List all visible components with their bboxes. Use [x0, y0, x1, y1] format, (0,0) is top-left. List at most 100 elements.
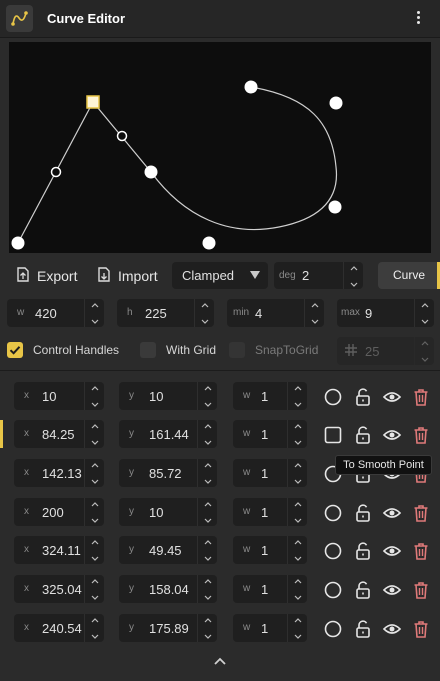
stepper-down-icon[interactable]	[198, 402, 217, 416]
degree-stepper[interactable]	[343, 262, 363, 289]
stepper-up-icon[interactable]	[415, 302, 434, 316]
point-y-field[interactable]: y 49.45	[119, 536, 217, 564]
with-grid-checkbox[interactable]	[140, 342, 156, 358]
eye-icon[interactable]	[382, 503, 402, 523]
stepper-up-icon[interactable]	[198, 385, 217, 399]
circle-point-icon[interactable]	[323, 619, 343, 639]
point-x-field-stepper[interactable]	[84, 459, 104, 487]
stepper-down-icon[interactable]	[85, 440, 104, 454]
point-x-field[interactable]: x 325.04	[14, 575, 104, 603]
stepper-up-icon[interactable]	[85, 617, 104, 631]
stepper-up-icon[interactable]	[288, 617, 307, 631]
point-y-field-stepper[interactable]	[197, 536, 217, 564]
point-w-field-stepper[interactable]	[287, 382, 307, 410]
chevron-up-icon[interactable]	[212, 654, 228, 670]
stepper-down-icon[interactable]	[305, 319, 324, 333]
stepper-down-icon[interactable]	[198, 634, 217, 648]
stepper-up-icon[interactable]	[85, 385, 104, 399]
point-x-field[interactable]: x 84.25	[14, 420, 104, 448]
point-w-field-stepper[interactable]	[287, 459, 307, 487]
height-field[interactable]: h 225	[117, 299, 214, 327]
trash-icon[interactable]	[411, 580, 431, 600]
stepper-up-icon[interactable]	[198, 539, 217, 553]
point-w-field[interactable]: w1	[233, 575, 307, 603]
point-w-field-stepper[interactable]	[287, 498, 307, 526]
stepper-down-icon[interactable]	[85, 402, 104, 416]
stepper-up-icon[interactable]	[415, 340, 434, 354]
point-y-field-stepper[interactable]	[197, 614, 217, 642]
point-x-field-stepper[interactable]	[84, 498, 104, 526]
stepper-up-icon[interactable]	[288, 539, 307, 553]
stepper-down-icon[interactable]	[198, 556, 217, 570]
circle-point-icon[interactable]	[323, 541, 343, 561]
stepper-up-icon[interactable]	[198, 501, 217, 515]
min-stepper[interactable]	[304, 299, 324, 327]
interpolation-select[interactable]: Clamped	[172, 262, 268, 289]
stepper-down-icon[interactable]	[288, 440, 307, 454]
point-w-field[interactable]: w1	[233, 498, 307, 526]
circle-point-icon[interactable]	[323, 503, 343, 523]
stepper-down-icon[interactable]	[288, 518, 307, 532]
stepper-up-icon[interactable]	[85, 462, 104, 476]
stepper-up-icon[interactable]	[288, 385, 307, 399]
stepper-down-icon[interactable]	[85, 479, 104, 493]
eye-icon[interactable]	[382, 425, 402, 445]
grid-size-stepper[interactable]	[414, 337, 434, 365]
stepper-up-icon[interactable]	[288, 578, 307, 592]
point-y-field[interactable]: y 10	[119, 498, 217, 526]
stepper-down-icon[interactable]	[288, 556, 307, 570]
square-point-icon[interactable]	[323, 425, 343, 445]
point-w-field[interactable]: w1	[233, 420, 307, 448]
unlock-icon[interactable]	[353, 425, 373, 445]
point-y-field-stepper[interactable]	[197, 382, 217, 410]
point-y-field-stepper[interactable]	[197, 575, 217, 603]
stepper-up-icon[interactable]	[195, 302, 214, 316]
point-y-field-stepper[interactable]	[197, 498, 217, 526]
point-x-field-stepper[interactable]	[84, 536, 104, 564]
eye-icon[interactable]	[382, 580, 402, 600]
control-handles-checkbox[interactable]	[7, 342, 23, 358]
point-x-field[interactable]: x 142.13	[14, 459, 104, 487]
trash-icon[interactable]	[411, 387, 431, 407]
stepper-down-icon[interactable]	[415, 357, 434, 371]
stepper-down-icon[interactable]	[85, 319, 104, 333]
unlock-icon[interactable]	[353, 619, 373, 639]
export-button[interactable]: Export	[17, 267, 77, 285]
stepper-down-icon[interactable]	[198, 518, 217, 532]
curve-canvas[interactable]	[9, 42, 431, 253]
height-stepper[interactable]	[194, 299, 214, 327]
stepper-down-icon[interactable]	[344, 282, 363, 296]
point-w-field-stepper[interactable]	[287, 536, 307, 564]
stepper-down-icon[interactable]	[415, 319, 434, 333]
point-x-field-stepper[interactable]	[84, 382, 104, 410]
eye-icon[interactable]	[382, 387, 402, 407]
degree-field[interactable]: deg 2	[274, 262, 363, 289]
width-stepper[interactable]	[84, 299, 104, 327]
stepper-down-icon[interactable]	[288, 595, 307, 609]
stepper-down-icon[interactable]	[198, 440, 217, 454]
snap-to-grid-checkbox[interactable]	[229, 342, 245, 358]
stepper-up-icon[interactable]	[85, 302, 104, 316]
stepper-up-icon[interactable]	[198, 617, 217, 631]
stepper-up-icon[interactable]	[198, 462, 217, 476]
point-y-field[interactable]: y 161.44	[119, 420, 217, 448]
point-y-field-stepper[interactable]	[197, 420, 217, 448]
stepper-up-icon[interactable]	[288, 462, 307, 476]
point-x-field[interactable]: x 200	[14, 498, 104, 526]
stepper-up-icon[interactable]	[85, 423, 104, 437]
point-x-field[interactable]: x 240.54	[14, 614, 104, 642]
point-y-field[interactable]: y 175.89	[119, 614, 217, 642]
import-button[interactable]: Import	[98, 267, 158, 285]
max-stepper[interactable]	[414, 299, 434, 327]
stepper-up-icon[interactable]	[288, 501, 307, 515]
unlock-icon[interactable]	[353, 387, 373, 407]
point-w-field[interactable]: w1	[233, 382, 307, 410]
grid-size-field[interactable]: 25	[337, 337, 434, 365]
stepper-up-icon[interactable]	[85, 539, 104, 553]
stepper-up-icon[interactable]	[198, 423, 217, 437]
width-field[interactable]: w 420	[7, 299, 104, 327]
point-w-field-stepper[interactable]	[287, 420, 307, 448]
stepper-up-icon[interactable]	[198, 578, 217, 592]
stepper-down-icon[interactable]	[198, 479, 217, 493]
trash-icon[interactable]	[411, 503, 431, 523]
